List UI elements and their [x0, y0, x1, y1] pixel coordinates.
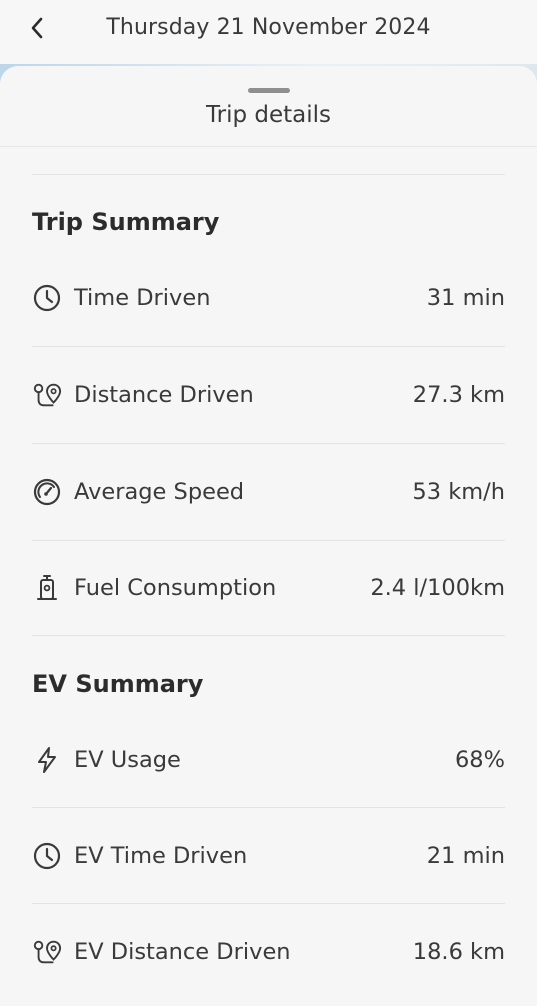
divider: [32, 174, 505, 175]
row-label: EV Distance Driven: [74, 939, 291, 965]
route-pin-icon: [32, 937, 62, 967]
ev-summary-title: EV Summary: [32, 670, 204, 698]
top-bar: Thursday 21 November 2024: [0, 0, 537, 66]
speedometer-icon: [32, 477, 62, 507]
row-distance-driven: Distance Driven 27.3 km: [32, 365, 505, 425]
divider: [32, 540, 505, 541]
row-average-speed: Average Speed 53 km/h: [32, 462, 505, 522]
row-value: 18.6 km: [412, 939, 505, 965]
row-label: EV Time Driven: [74, 843, 248, 869]
fuel-pump-icon: [32, 573, 62, 603]
sheet-drag-handle[interactable]: [248, 88, 290, 93]
clock-icon: [32, 283, 62, 313]
sheet-title: Trip details: [205, 102, 332, 128]
divider: [32, 635, 505, 636]
row-label: Average Speed: [74, 479, 245, 505]
row-value: 27.3 km: [412, 382, 505, 408]
trip-details-sheet: Trip details Trip Summary Time Driven 31…: [0, 66, 537, 1006]
row-value: 21 min: [426, 843, 505, 869]
row-fuel-consumption: Fuel Consumption 2.4 l/100km: [32, 558, 505, 618]
divider: [32, 443, 505, 444]
divider: [32, 807, 505, 808]
clock-icon: [32, 841, 62, 871]
divider: [32, 903, 505, 904]
row-ev-usage: EV Usage 68%: [32, 730, 505, 790]
row-value: 53 km/h: [412, 479, 505, 505]
route-pin-icon: [32, 380, 62, 410]
lightning-icon: [32, 745, 62, 775]
page-title: Thursday 21 November 2024: [106, 15, 431, 40]
trip-summary-title: Trip Summary: [32, 208, 220, 236]
row-ev-distance-driven: EV Distance Driven 18.6 km: [32, 922, 505, 982]
row-value: 31 min: [426, 285, 505, 311]
row-label: EV Usage: [74, 747, 181, 773]
row-value: 2.4 l/100km: [370, 575, 505, 601]
sheet-divider: [0, 146, 537, 147]
row-label: Time Driven: [74, 285, 211, 311]
divider: [32, 346, 505, 347]
row-value: 68%: [454, 747, 505, 773]
row-ev-time-driven: EV Time Driven 21 min: [32, 826, 505, 886]
row-label: Fuel Consumption: [74, 575, 277, 601]
row-time-driven: Time Driven 31 min: [32, 268, 505, 328]
row-label: Distance Driven: [74, 382, 254, 408]
